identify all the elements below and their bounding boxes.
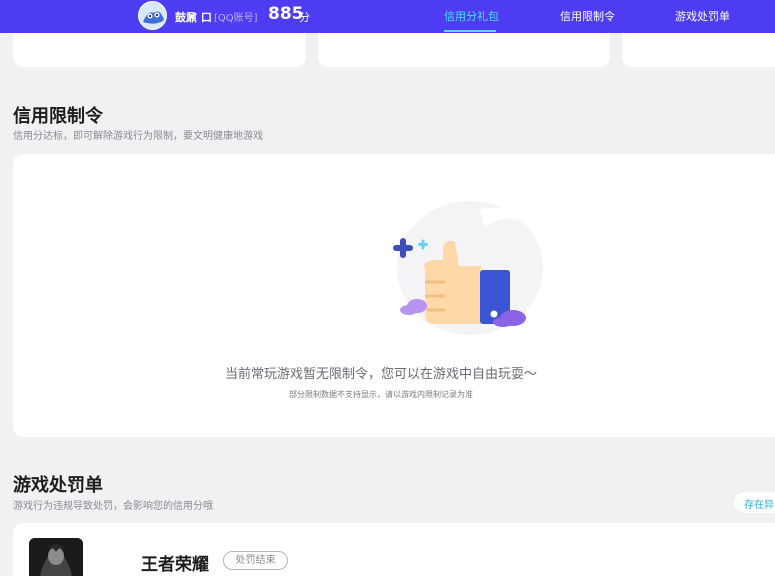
game-name: 王者荣耀 bbox=[141, 555, 209, 575]
section-subtitle-penalties: 游戏行为违规导致处罚，会影响您的信用分哦 bbox=[13, 501, 213, 512]
gift-card[interactable] bbox=[318, 33, 610, 67]
section-title-limits: 信用限制令 bbox=[13, 106, 103, 127]
active-tab-indicator bbox=[444, 30, 496, 32]
username: 鼓鼐 口 bbox=[175, 11, 212, 24]
top-bar: 鼓鼐 口 [QQ账号] 885 分 信用分礼包 信用限制令 游戏处罚单 bbox=[0, 0, 775, 33]
account-type: [QQ账号] bbox=[214, 13, 258, 24]
credit-score-unit: 分 bbox=[299, 11, 310, 24]
penalty-card[interactable] bbox=[13, 523, 775, 576]
tab-credit-gift[interactable]: 信用分礼包 bbox=[444, 8, 499, 24]
tab-credit-limit[interactable]: 信用限制令 bbox=[560, 8, 615, 24]
gift-card[interactable] bbox=[622, 33, 775, 67]
gift-card[interactable] bbox=[13, 33, 306, 67]
penalty-status-badge: 处罚结束 bbox=[223, 551, 288, 570]
empty-state-message: 当前常玩游戏暂无限制令，您可以在游戏中自由玩耍～ bbox=[224, 367, 537, 382]
section-subtitle-limits: 信用分达标，即可解除游戏行为限制，要文明健康地游戏 bbox=[13, 131, 263, 142]
empty-state-note: 部分限制数据不支持显示，请以游戏内限制记录为准 bbox=[289, 390, 473, 399]
section-title-penalties: 游戏处罚单 bbox=[13, 475, 103, 496]
game-thumbnail bbox=[29, 538, 83, 576]
penalty-filter-button[interactable]: 存在异 bbox=[734, 492, 775, 513]
tab-game-penalty[interactable]: 游戏处罚单 bbox=[675, 8, 730, 24]
avatar[interactable] bbox=[138, 1, 167, 30]
thumbs-up-illustration bbox=[385, 198, 545, 338]
